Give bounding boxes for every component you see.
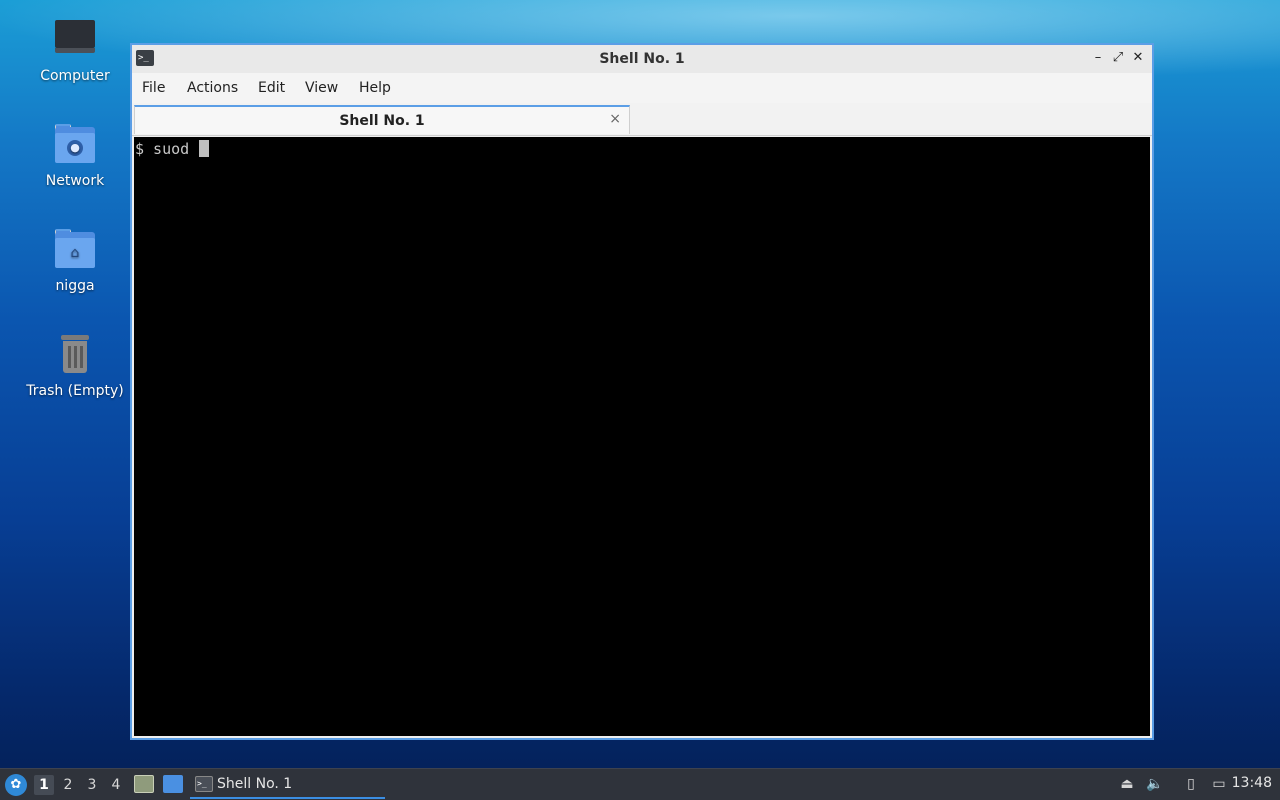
desktop-icon-label: Computer	[40, 68, 110, 84]
start-menu-button[interactable]: ✿	[5, 774, 27, 796]
file-manager-launcher-icon[interactable]	[134, 775, 154, 793]
trash-icon	[53, 333, 97, 377]
window-title: Shell No. 1	[599, 51, 685, 67]
tab-label: Shell No. 1	[339, 113, 425, 129]
maximize-button[interactable]: ⤢	[1110, 50, 1126, 66]
terminal-line: $ suod	[135, 140, 210, 158]
network-folder-icon: ●	[53, 123, 97, 167]
volume-icon[interactable]: 🔈	[1146, 775, 1164, 793]
desktop-icon-home[interactable]: ⌂ nigga	[20, 228, 130, 294]
desktop-icon-network[interactable]: ● Network	[20, 123, 130, 189]
computer-icon	[53, 18, 97, 62]
menu-file[interactable]: File	[142, 80, 165, 96]
menu-actions[interactable]: Actions	[187, 80, 238, 96]
desktop-icon-trash[interactable]: Trash (Empty)	[20, 333, 130, 399]
lubuntu-logo-icon: ✿	[10, 777, 22, 792]
terminal-area[interactable]: $ suod	[134, 137, 1150, 736]
desktop-icon-label: nigga	[55, 278, 95, 294]
clock[interactable]: 13:48	[1232, 775, 1272, 791]
terminal-text: $ suod	[135, 140, 199, 158]
tab-close-icon[interactable]: ×	[609, 111, 621, 127]
terminal-task-icon: >_	[195, 776, 213, 792]
home-folder-icon: ⌂	[53, 228, 97, 272]
taskbar: ✿ 1 2 3 4 >_ Shell No. 1 ⏏ 🔈 ▯ ▭ 13:48	[0, 768, 1280, 800]
taskbar-task-shell[interactable]: >_ Shell No. 1	[190, 772, 385, 799]
minimize-button[interactable]: –	[1090, 50, 1106, 66]
tab-bar: Shell No. 1 ×	[132, 103, 1152, 136]
menu-edit[interactable]: Edit	[258, 80, 285, 96]
close-button[interactable]: ✕	[1130, 50, 1146, 66]
menu-help[interactable]: Help	[359, 80, 391, 96]
clipboard-icon[interactable]: ▯	[1182, 775, 1200, 793]
eject-icon[interactable]: ⏏	[1118, 775, 1136, 793]
text-cursor	[199, 140, 210, 157]
workspace-1[interactable]: 1	[34, 775, 54, 795]
task-label: Shell No. 1	[217, 776, 293, 792]
workspace-3[interactable]: 3	[82, 775, 102, 795]
title-bar[interactable]: >_ Shell No. 1 – ⤢ ✕	[132, 45, 1152, 73]
tab-shell-1[interactable]: Shell No. 1 ×	[134, 105, 630, 134]
menu-bar: File Actions Edit View Help	[132, 73, 1152, 103]
show-desktop-icon[interactable]	[163, 775, 183, 793]
network-status-icon[interactable]: ▭	[1210, 775, 1228, 793]
desktop-icon-computer[interactable]: Computer	[20, 18, 130, 84]
menu-view[interactable]: View	[305, 80, 338, 96]
workspace-4[interactable]: 4	[106, 775, 126, 795]
desktop-icon-label: Trash (Empty)	[26, 383, 124, 399]
terminal-window[interactable]: >_ Shell No. 1 – ⤢ ✕ File Actions Edit V…	[130, 43, 1154, 740]
desktop-icon-label: Network	[45, 173, 105, 189]
workspace-2[interactable]: 2	[58, 775, 78, 795]
